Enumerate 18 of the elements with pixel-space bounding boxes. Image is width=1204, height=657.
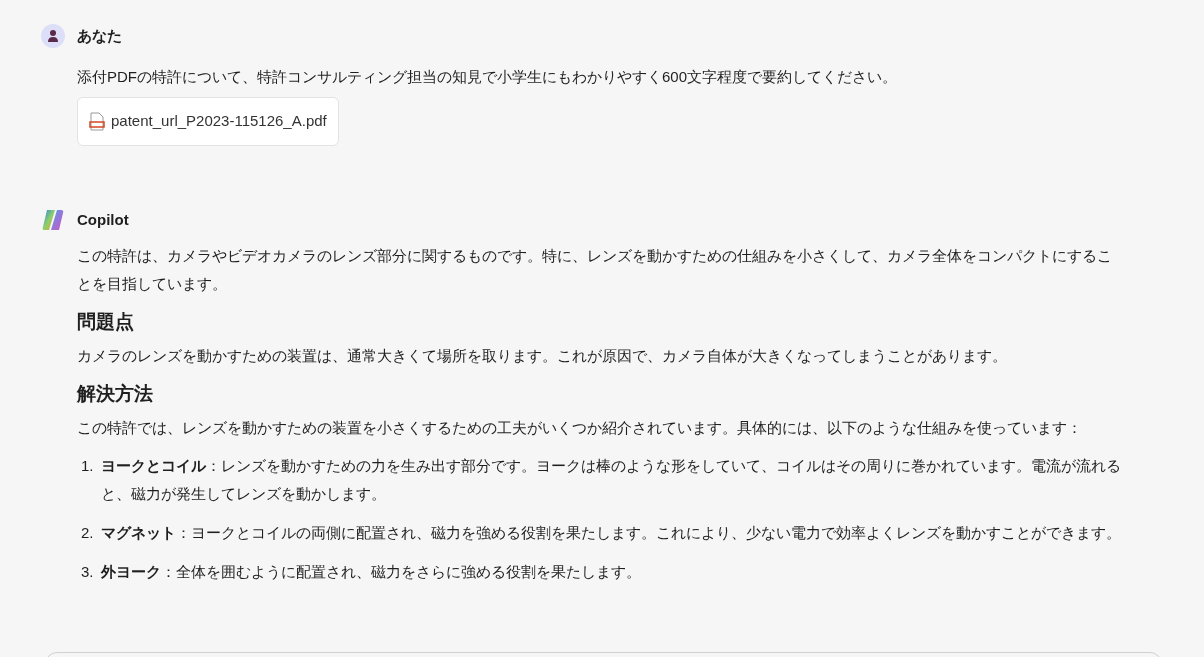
message-text: 添付PDFの特許について、特許コンサルティング担当の知見で小学生にもわかりやすく600文字程度で要約してください。 [77, 67, 899, 87]
list-item-text: ヨークとコイル：レンズを動かすための力を生み出す部分です。ヨークは棒のような形をしていて、コイルはその周りに巻かれています。電流が流れると、磁力が発生してレンズを動かします。 [101, 456, 1122, 504]
user-avatar-icon [41, 24, 65, 48]
list-number: 2. [81, 523, 95, 543]
author-name: あなた [77, 25, 122, 46]
list-item-text: マグネット：ヨークとコイルの両側に配置され、磁力を強める役割を果たします。これにより、少ない電力で効率よくレンズを動かすことができます。 [101, 523, 1121, 543]
author-name: Copilot [77, 209, 129, 230]
section-heading: 解決方法 [77, 382, 154, 406]
file-attachment[interactable]: patent_url_P2023-115126_A.pdf [77, 97, 339, 146]
list-number: 1. [81, 456, 95, 476]
pdf-file-icon [89, 112, 105, 131]
copilot-logo-icon [41, 208, 65, 232]
list-number: 3. [81, 562, 95, 582]
list-item-text: 外ヨーク：全体を囲むように配置され、磁力をさらに強める役割を果たします。 [101, 562, 641, 582]
paragraph: この特許では、レンズを動かすための装置を小さくするための工夫がいくつか紹介されています。具体的には、以下のような仕組みを使っています： [77, 418, 1083, 438]
section-heading: 問題点 [77, 310, 135, 334]
paragraph: この特許は、カメラやビデオカメラのレンズ部分に関するものです。特に、レンズを動かすための仕組みを小さくして、カメラ全体をコンパクトにすることを目指しています。 [77, 246, 1113, 294]
paragraph: カメラのレンズを動かすための装置は、通常大きくて場所を取ります。これが原因で、カメラ自体が大きくなってしまうことがあります。 [77, 346, 1008, 366]
